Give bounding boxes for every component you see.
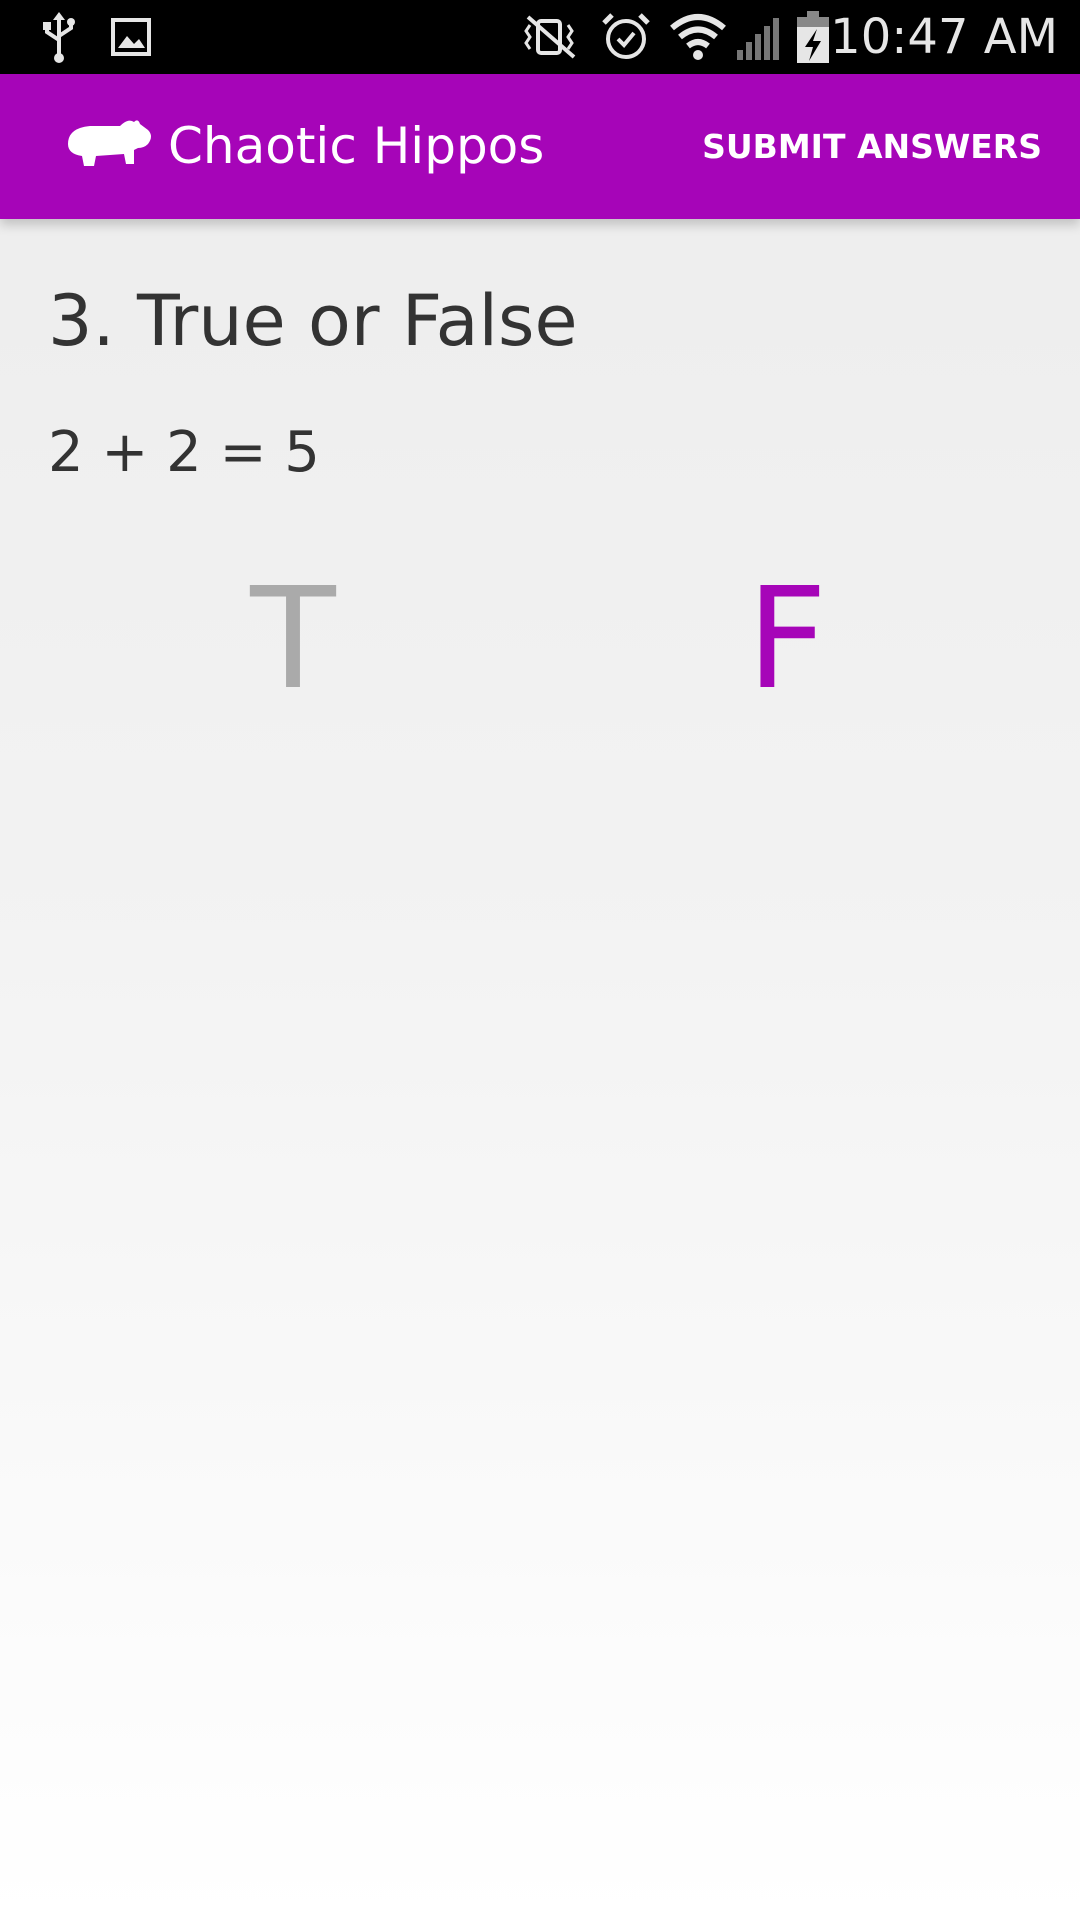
answer-false-option[interactable]: F <box>707 565 867 715</box>
app-title: Chaotic Hippos <box>168 117 545 175</box>
answer-true-option[interactable]: T <box>213 565 373 715</box>
submit-answers-button[interactable]: SUBMIT ANSWERS <box>702 74 1042 219</box>
question-title: 3. True or False <box>48 280 578 362</box>
vibrate-mute-icon <box>514 0 584 74</box>
image-icon <box>106 0 156 74</box>
status-bar: 10:47 AM <box>0 0 1080 74</box>
hippo-icon <box>62 114 154 174</box>
alarm-icon <box>598 0 654 74</box>
app-bar: Chaotic Hippos SUBMIT ANSWERS <box>0 74 1080 219</box>
usb-icon <box>34 0 84 74</box>
status-time: 10:47 AM <box>830 9 1058 65</box>
signal-icon <box>730 0 786 74</box>
battery-charging-icon <box>790 0 836 74</box>
question-text: 2 + 2 = 5 <box>48 420 320 485</box>
wifi-icon <box>666 0 730 74</box>
